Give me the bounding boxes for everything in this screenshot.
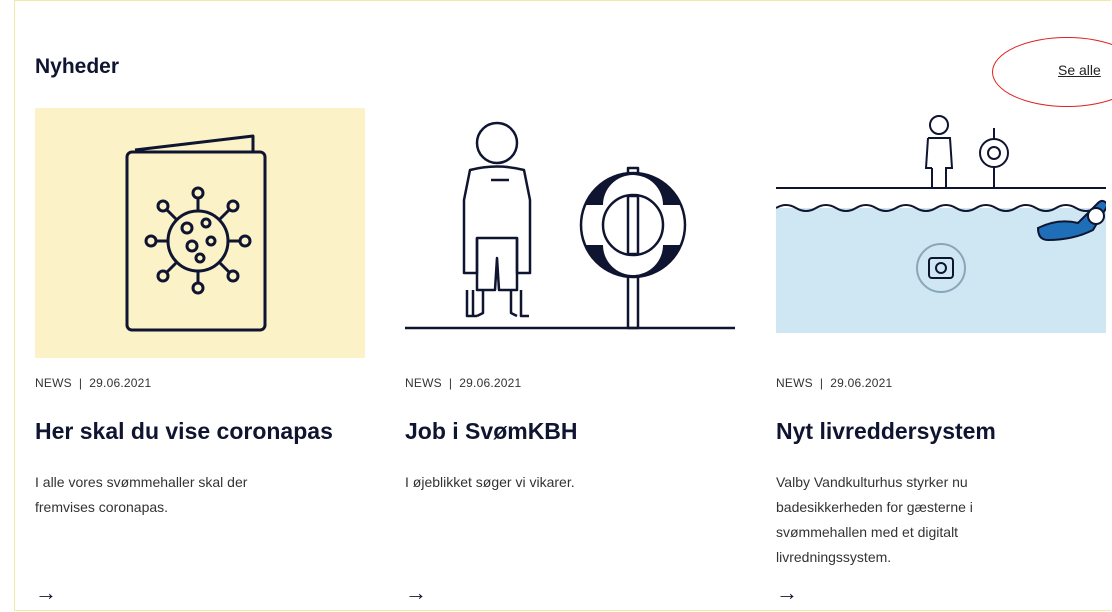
see-all-link[interactable]: Se alle bbox=[1058, 62, 1101, 78]
pool-rescue-system-icon bbox=[776, 115, 1106, 333]
news-card-description: Valby Vandkulturhus styrker nu badesikke… bbox=[776, 474, 973, 565]
category-label: NEWS bbox=[776, 376, 813, 390]
news-card-meta: NEWS | 29.06.2021 bbox=[35, 376, 151, 390]
news-card-image bbox=[776, 108, 1106, 358]
news-card-title[interactable]: Job i SvømKBH bbox=[405, 418, 578, 445]
date-label: 29.06.2021 bbox=[89, 376, 152, 390]
news-card[interactable]: NEWS | 29.06.2021 Her skal du vise coron… bbox=[35, 108, 367, 605]
news-card-meta: NEWS | 29.06.2021 bbox=[405, 376, 521, 390]
category-label: NEWS bbox=[405, 376, 442, 390]
news-card-image bbox=[405, 108, 735, 358]
separator: | bbox=[448, 376, 453, 390]
lifeguard-lifebuoy-icon bbox=[405, 121, 735, 330]
news-card[interactable]: NEWS | 29.06.2021 Nyt livreddersystem Va… bbox=[776, 108, 1108, 605]
separator: | bbox=[819, 376, 824, 390]
news-card-description: I øjeblikket søger vi vikarer. bbox=[405, 474, 575, 490]
date-label: 29.06.2021 bbox=[459, 376, 522, 390]
category-label: NEWS bbox=[35, 376, 72, 390]
arrow-right-icon[interactable]: → bbox=[776, 580, 798, 606]
news-card-description: I alle vores svømmehaller skal der fremv… bbox=[35, 474, 248, 515]
separator: | bbox=[78, 376, 83, 390]
news-card-meta: NEWS | 29.06.2021 bbox=[776, 376, 892, 390]
arrow-right-icon[interactable]: → bbox=[405, 580, 427, 606]
date-label: 29.06.2021 bbox=[830, 376, 893, 390]
news-card-title[interactable]: Nyt livreddersystem bbox=[776, 418, 996, 445]
news-card[interactable]: NEWS | 29.06.2021 Job i SvømKBH I øjebli… bbox=[405, 108, 737, 605]
corona-passport-icon bbox=[125, 134, 267, 332]
news-card-title[interactable]: Her skal du vise coronapas bbox=[35, 418, 333, 445]
arrow-right-icon[interactable]: → bbox=[35, 580, 57, 606]
news-card-image bbox=[35, 108, 365, 358]
section-heading: Nyheder bbox=[35, 55, 120, 78]
